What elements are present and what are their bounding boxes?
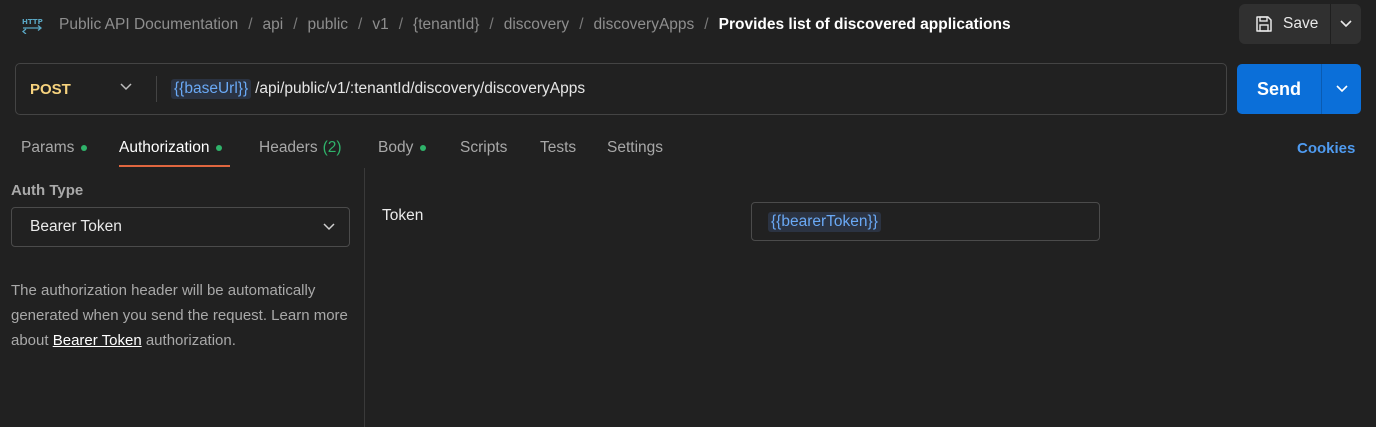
breadcrumb-separator: / xyxy=(398,16,404,33)
token-label: Token xyxy=(382,207,424,224)
svg-text:HTTP: HTTP xyxy=(22,18,43,26)
active-tab-indicator xyxy=(119,165,230,167)
tab-label: Headers xyxy=(259,139,318,156)
tab-authorization[interactable]: Authorization xyxy=(119,136,223,160)
auth-type-panel: Auth Type Bearer Token The authorization… xyxy=(0,168,365,427)
tab-scripts[interactable]: Scripts xyxy=(460,136,507,160)
method-select[interactable]: POST xyxy=(16,64,155,114)
status-dot xyxy=(420,145,427,151)
breadcrumb-item-discoveryapps[interactable]: discoveryApps xyxy=(594,16,695,34)
save-options-button[interactable] xyxy=(1330,4,1361,44)
breadcrumb-item-public[interactable]: public xyxy=(308,16,349,34)
status-dot xyxy=(81,145,88,151)
tab-label: Tests xyxy=(540,139,577,156)
tab-settings[interactable]: Settings xyxy=(607,136,663,160)
tab-tests[interactable]: Tests xyxy=(540,136,576,160)
method-label: POST xyxy=(30,80,71,98)
breadcrumb: Public API Documentation / api / public … xyxy=(59,15,1011,35)
save-label: Save xyxy=(1283,15,1319,32)
auth-type-value: Bearer Token xyxy=(30,218,122,235)
breadcrumb-separator: / xyxy=(293,16,298,33)
breadcrumb-separator: / xyxy=(704,16,709,33)
save-button-group: Save xyxy=(1239,4,1361,44)
tab-label: Body xyxy=(378,139,414,156)
chevron-down-icon xyxy=(323,223,335,231)
send-options-button[interactable] xyxy=(1321,64,1361,114)
status-dot xyxy=(216,145,223,151)
request-name[interactable]: Provides list of discovered applications xyxy=(719,16,1011,34)
tab-body[interactable]: Body xyxy=(378,136,427,160)
token-input[interactable]: {{bearerToken}} xyxy=(751,202,1100,241)
send-button[interactable]: Send xyxy=(1237,64,1321,114)
breadcrumb-separator: / xyxy=(358,16,363,33)
token-variable[interactable]: {{bearerToken}} xyxy=(768,211,881,232)
http-icon: HTTP xyxy=(20,14,44,35)
tab-params[interactable]: Params xyxy=(21,136,88,160)
auth-type-label: Auth Type xyxy=(11,182,84,199)
url-bar: POST {{baseUrl}} /api/public/v1/:tenantI… xyxy=(15,63,1227,115)
tab-count: (2) xyxy=(322,139,342,156)
url-input[interactable]: {{baseUrl}} /api/public/v1/:tenantId/dis… xyxy=(171,77,585,101)
chevron-down-icon xyxy=(1340,20,1352,28)
url-variable[interactable]: {{baseUrl}} xyxy=(171,79,252,99)
auth-description: The authorization header will be automat… xyxy=(11,278,351,353)
tab-headers[interactable]: Headers (2) xyxy=(259,136,342,160)
send-button-group: Send xyxy=(1237,64,1361,114)
breadcrumb-item-discovery[interactable]: discovery xyxy=(504,16,569,34)
auth-description-suffix: authorization. xyxy=(141,332,236,349)
cookies-link[interactable]: Cookies xyxy=(1297,136,1355,160)
bearer-token-link[interactable]: Bearer Token xyxy=(53,332,142,349)
breadcrumb-item-collection[interactable]: Public API Documentation xyxy=(59,16,238,34)
request-header: HTTP Public API Documentation / api / pu… xyxy=(0,0,1376,48)
breadcrumb-separator: / xyxy=(579,16,584,33)
tab-label: Params xyxy=(21,139,75,156)
breadcrumb-separator: / xyxy=(248,16,253,33)
auth-type-select[interactable]: Bearer Token xyxy=(11,207,350,247)
url-divider xyxy=(156,76,157,102)
tab-label: Settings xyxy=(607,139,664,156)
breadcrumb-item-v1[interactable]: v1 xyxy=(372,16,388,34)
tab-label: Scripts xyxy=(460,139,508,156)
breadcrumb-item-api[interactable]: api xyxy=(263,16,284,34)
request-tabs: Params Authorization Headers (2) Body Sc… xyxy=(0,130,1376,168)
tab-label: Authorization xyxy=(119,139,210,156)
save-button[interactable]: Save xyxy=(1239,4,1330,44)
save-icon xyxy=(1256,16,1272,32)
breadcrumb-item-tenantid[interactable]: {tenantId} xyxy=(413,16,479,34)
chevron-down-icon xyxy=(120,83,132,91)
url-path: /api/public/v1/:tenantId/discovery/disco… xyxy=(255,80,586,97)
breadcrumb-separator: / xyxy=(489,16,494,33)
chevron-down-icon xyxy=(1335,85,1348,93)
